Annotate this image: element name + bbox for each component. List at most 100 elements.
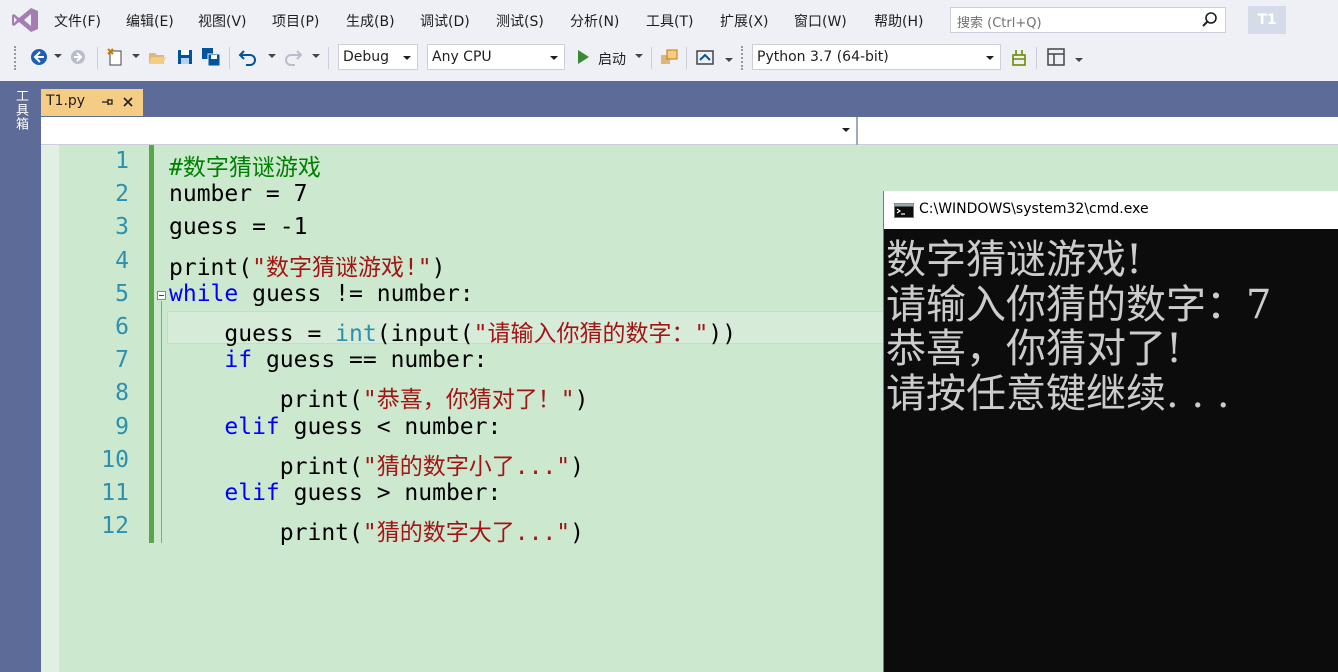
- line-number: 8: [115, 380, 129, 407]
- forward-icon[interactable]: [68, 47, 88, 67]
- back-icon[interactable]: [29, 47, 49, 67]
- line-number: 5: [115, 280, 129, 307]
- code-token: print(: [169, 254, 253, 281]
- code-token: ): [570, 520, 584, 547]
- undo-dropdown-arrow[interactable]: [268, 54, 276, 58]
- solution-platform-select[interactable]: Any CPU: [427, 44, 565, 70]
- redo-icon[interactable]: [283, 47, 303, 67]
- search-input[interactable]: 搜索 (Ctrl+Q): [950, 7, 1226, 33]
- python-environment-select[interactable]: Python 3.7 (64-bit): [752, 44, 1001, 70]
- close-icon[interactable]: [122, 96, 134, 108]
- code-token: print(: [169, 387, 363, 414]
- window-layout-icon[interactable]: [1046, 47, 1066, 67]
- code-line[interactable]: while guess != number:: [169, 281, 474, 307]
- solution-configuration-select[interactable]: Debug: [338, 44, 418, 70]
- menu-item[interactable]: 视图(V): [198, 11, 247, 31]
- tab-title: T1.py: [46, 93, 86, 109]
- code-token: number = 7: [169, 181, 308, 208]
- code-token: "数字猜谜游戏!": [252, 254, 432, 281]
- change-tracking-bar: [149, 145, 154, 543]
- line-number: 11: [101, 480, 129, 506]
- toolbar-grip[interactable]: [741, 46, 745, 70]
- tab-t1-py[interactable]: T1.py: [41, 89, 143, 116]
- menu-item[interactable]: 编辑(E): [126, 11, 174, 31]
- menu-item[interactable]: 生成(B): [346, 11, 395, 31]
- menu-item[interactable]: 帮助(H): [874, 11, 923, 31]
- menu-item[interactable]: 工具(T): [646, 11, 693, 31]
- browser-dropdown-arrow[interactable]: [725, 58, 733, 62]
- code-line[interactable]: guess = int(input("请输入你猜的数字：")): [169, 314, 736, 348]
- toolbar-separator: [686, 47, 687, 69]
- new-dropdown-arrow[interactable]: [132, 54, 140, 58]
- search-placeholder: 搜索 (Ctrl+Q): [957, 16, 1042, 31]
- platform-value: Any CPU: [432, 49, 492, 65]
- code-line[interactable]: if guess == number:: [169, 347, 488, 374]
- chevron-down-icon: [403, 56, 411, 60]
- chevron-down-icon: [986, 56, 994, 60]
- redo-dropdown-arrow[interactable]: [312, 54, 320, 58]
- code-token: int: [335, 321, 377, 347]
- play-icon: [578, 50, 589, 64]
- toolbar-separator: [328, 47, 329, 69]
- code-line[interactable]: print("恭喜，你猜对了！"): [169, 380, 589, 414]
- code-token: #数字猜谜游戏: [169, 155, 321, 181]
- menu-item[interactable]: 项目(P): [272, 11, 319, 31]
- code-token: guess == number:: [252, 347, 488, 374]
- line-number: 10: [101, 446, 129, 473]
- menu-item[interactable]: 扩展(X): [720, 11, 769, 31]
- toolbox-tab[interactable]: 工具箱: [12, 89, 30, 131]
- search-icon[interactable]: [1201, 11, 1219, 29]
- collapse-icon[interactable]: [157, 291, 166, 300]
- save-icon[interactable]: [175, 47, 195, 67]
- code-line[interactable]: number = 7: [169, 181, 307, 207]
- start-dropdown-arrow[interactable]: [635, 54, 643, 58]
- new-project-icon[interactable]: [106, 47, 126, 67]
- code-token: guess = -1: [169, 214, 308, 241]
- pin-icon[interactable]: [101, 96, 113, 108]
- code-line[interactable]: #数字猜谜游戏: [169, 148, 321, 182]
- scope-select[interactable]: [41, 117, 858, 145]
- menu-item[interactable]: 测试(S): [496, 11, 544, 31]
- navigation-bar: [41, 117, 1338, 145]
- back-dropdown-arrow[interactable]: [54, 54, 62, 58]
- toolbar-separator: [1036, 47, 1037, 69]
- code-token: ): [431, 254, 446, 281]
- manage-environments-icon[interactable]: [1009, 47, 1029, 67]
- visual-studio-logo-icon[interactable]: [10, 6, 40, 34]
- menu-item[interactable]: 窗口(W): [794, 11, 847, 31]
- menu-item[interactable]: 文件(F): [54, 11, 101, 31]
- line-number: 7: [115, 347, 129, 374]
- toolbar-separator: [97, 47, 98, 69]
- menu-item[interactable]: 分析(N): [570, 11, 619, 31]
- toolbar-grip[interactable]: [14, 46, 18, 70]
- document-tab-strip: [41, 81, 1338, 117]
- save-all-icon[interactable]: [201, 47, 221, 67]
- code-line[interactable]: elif guess > number:: [169, 480, 501, 506]
- code-token: print(: [169, 520, 363, 547]
- member-select[interactable]: [860, 117, 1338, 145]
- code-token: )): [708, 321, 737, 347]
- code-token: guess =: [169, 321, 336, 347]
- code-token: while: [169, 280, 239, 307]
- code-line[interactable]: elif guess < number:: [169, 414, 501, 440]
- standard-toolbar: Debug Any CPU 启动 Python 3.7 (64-bit): [0, 41, 1338, 81]
- console-title-bar[interactable]: C:\WINDOWS\system32\cmd.exe: [884, 191, 1338, 229]
- attach-process-icon[interactable]: [659, 47, 679, 67]
- browser-link-icon[interactable]: [695, 47, 715, 67]
- console-window[interactable]: C:\WINDOWS\system32\cmd.exe 数字猜谜游戏! 请输入你猜…: [883, 191, 1338, 672]
- code-line[interactable]: print("猜的数字大了..."): [169, 513, 584, 547]
- project-badge[interactable]: T1: [1248, 6, 1286, 34]
- code-token: print(: [169, 453, 363, 480]
- chevron-down-icon: [550, 56, 558, 60]
- menu-bar: 文件(F) 编辑(E) 视图(V) 项目(P) 生成(B) 调试(D) 测试(S) 分析(N)…: [0, 0, 1338, 41]
- menu-item[interactable]: 调试(D): [420, 11, 470, 31]
- open-folder-icon[interactable]: [147, 47, 167, 67]
- code-line[interactable]: guess = -1: [169, 214, 307, 240]
- layout-dropdown-arrow[interactable]: [1075, 58, 1083, 62]
- line-number: 1: [115, 148, 129, 174]
- code-line[interactable]: print("猜的数字小了..."): [169, 447, 584, 481]
- line-number: 6: [115, 314, 129, 340]
- undo-icon[interactable]: [238, 47, 258, 67]
- code-line[interactable]: print("数字猜谜游戏!"): [169, 248, 446, 282]
- code-token: if: [224, 347, 253, 374]
